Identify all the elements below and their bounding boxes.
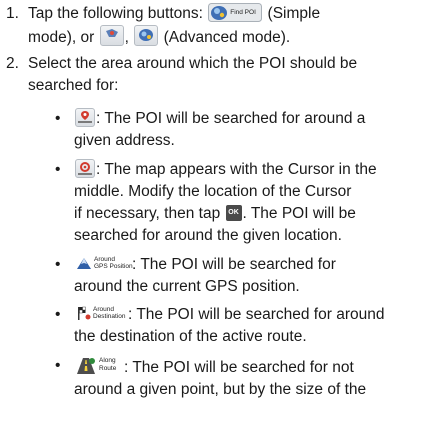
bullet-glyph: • <box>55 306 61 323</box>
bullet-along-route: • Along Route : The POI will be searched… <box>55 355 367 398</box>
bullet-glyph: • <box>55 110 61 127</box>
step-2-line-1: Select the area around which the POI sho… <box>28 55 358 72</box>
step-1: 1. Tap the following buttons: Find POI (… <box>6 3 433 49</box>
destination-flag-icon: Around Destination <box>75 304 127 323</box>
bullet-glyph: • <box>55 357 61 374</box>
cursor-pin-icon <box>75 159 95 178</box>
gps-position-icon: Around GPS Position <box>75 254 133 273</box>
step-2-line-2: searched for: <box>28 77 119 94</box>
bullet-glyph: • <box>55 161 61 178</box>
find-poi-advanced-icon <box>99 25 124 46</box>
manual-page: 1. Tap the following buttons: Find POI (… <box>0 0 437 446</box>
step-2: 2. Select the area around which the POI … <box>6 53 433 97</box>
along-route-icon: Along Route <box>75 355 123 376</box>
bullet-glyph: • <box>55 256 61 273</box>
address-pin-icon <box>75 108 95 127</box>
ok-button-icon: OK <box>225 205 242 221</box>
step-1-line-2: mode), or , (Advanced mode). <box>28 25 433 49</box>
bullet-cursor: • : The map appears with the Cursor in t… <box>55 159 377 244</box>
step-number: 1. <box>6 5 19 22</box>
bullet-gps-position: • Around GPS Position : The POI will be … <box>55 254 336 295</box>
step-1-line-1: Tap the following buttons: Find POI (Sim… <box>28 3 321 22</box>
step-number: 2. <box>6 55 19 72</box>
bullet-address: • : The POI will be searched for around … <box>55 108 366 149</box>
find-poi-advanced-icon-2 <box>134 25 159 46</box>
bullet-destination: • Around Destination : The POI will be s… <box>55 304 385 345</box>
find-poi-button-icon: Find POI <box>208 3 263 22</box>
